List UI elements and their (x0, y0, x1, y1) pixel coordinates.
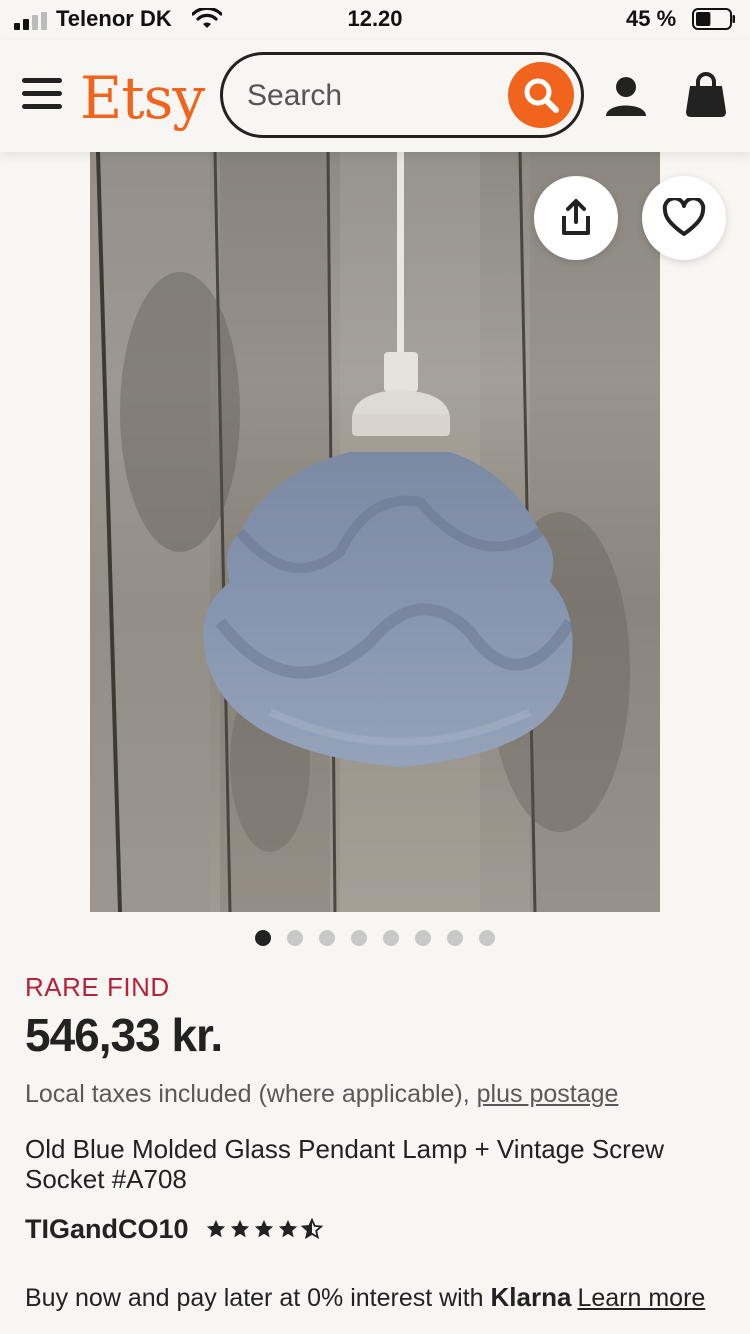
tax-text: Local taxes included (where applicable), (25, 1080, 477, 1108)
carousel-dot[interactable] (415, 930, 431, 946)
lamp-photo (90, 152, 660, 912)
klarna-promo: Buy now and pay later at 0% interest wit… (25, 1282, 705, 1313)
klarna-logo: Klarna (490, 1282, 572, 1312)
search-button[interactable] (508, 62, 574, 128)
carousel-dot[interactable] (479, 930, 495, 946)
star-icon (278, 1219, 297, 1238)
carousel-dot[interactable] (351, 930, 367, 946)
carousel-dot[interactable] (447, 930, 463, 946)
favorite-button[interactable] (642, 176, 726, 260)
rare-find-badge: RARE FIND (25, 972, 170, 1002)
heart-icon (662, 198, 706, 236)
site-header: Etsy (0, 40, 750, 152)
star-icon (300, 1218, 323, 1240)
product-title: Old Blue Molded Glass Pendant Lamp + Vin… (25, 1134, 665, 1194)
share-button[interactable] (534, 176, 618, 260)
star-icon (230, 1219, 249, 1238)
user-icon[interactable] (604, 74, 648, 118)
carousel-dot[interactable] (383, 930, 399, 946)
learn-more-link[interactable]: Learn more (577, 1284, 705, 1312)
klarna-text: Buy now and pay later at 0% interest wit… (25, 1284, 491, 1312)
tax-info: Local taxes included (where applicable),… (25, 1080, 618, 1109)
star-icon (254, 1219, 273, 1238)
product-price: 546,33 kr. (25, 1009, 223, 1061)
battery-percent: 45 % (626, 6, 677, 31)
carousel-dots (0, 930, 750, 946)
carousel-dot[interactable] (255, 930, 271, 946)
plus-postage-link[interactable]: plus postage (477, 1080, 619, 1108)
search-input[interactable] (247, 77, 497, 115)
rating-stars[interactable] (205, 1218, 323, 1240)
menu-icon[interactable] (22, 78, 64, 112)
etsy-logo[interactable]: Etsy (80, 64, 205, 132)
search-icon (524, 78, 559, 113)
search-bar[interactable] (220, 52, 584, 138)
status-bar: Telenor DK 12.20 45 % (0, 0, 750, 40)
star-icon (206, 1219, 225, 1238)
bag-icon[interactable] (684, 72, 728, 118)
carousel-dot[interactable] (287, 930, 303, 946)
battery-icon (692, 8, 735, 30)
shop-row: TIGandCO10 (25, 1212, 323, 1246)
product-image[interactable] (90, 152, 660, 912)
carousel-dot[interactable] (319, 930, 335, 946)
share-icon (562, 199, 590, 235)
shop-name-link[interactable]: TIGandCO10 (25, 1214, 189, 1245)
